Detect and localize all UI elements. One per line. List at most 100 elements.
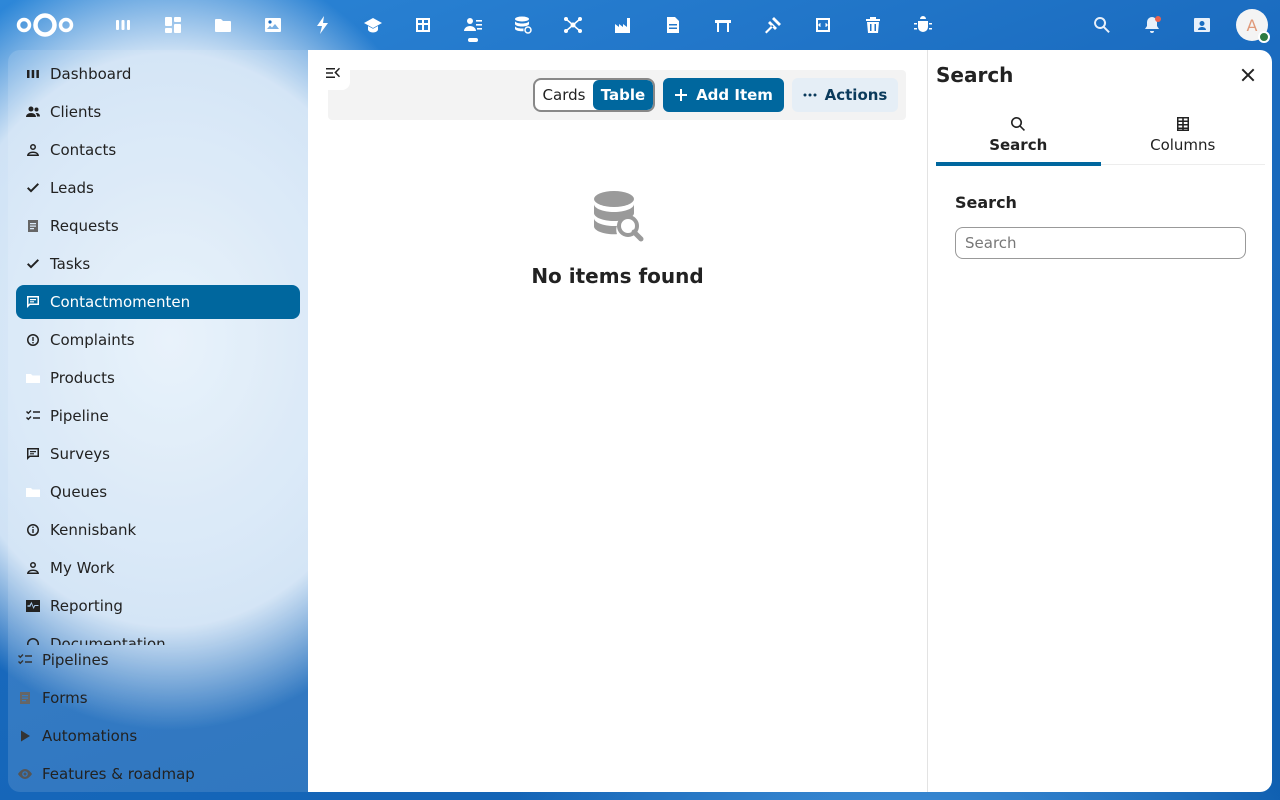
trash-app-icon[interactable] — [848, 0, 898, 50]
photos-app-icon[interactable] — [248, 0, 298, 50]
group-icon — [16, 95, 50, 129]
document-icon — [8, 681, 42, 715]
sidebar-item-label: Reporting — [50, 597, 123, 615]
sidebar-item-queues[interactable]: Queues — [16, 475, 300, 509]
tables-app-icon[interactable] — [398, 0, 448, 50]
database-search-icon — [594, 191, 644, 242]
tab-search-label: Search — [989, 136, 1048, 154]
sidebar-item-pipelines[interactable]: Pipelines — [8, 643, 292, 677]
columns-icon — [1176, 117, 1189, 131]
sidebar-item-label: Requests — [50, 217, 119, 235]
sidebar-item-label: My Work — [50, 559, 115, 577]
plus-icon — [675, 89, 688, 101]
top-header: A — [0, 0, 1280, 50]
alert-circle-icon — [16, 323, 50, 357]
sidebar-item-automations[interactable]: Automations — [8, 719, 292, 753]
close-sidebar-button[interactable] — [1231, 58, 1265, 92]
table-view-button[interactable]: Table — [593, 80, 653, 110]
sidebar-item-contactmomenten[interactable]: Contactmomenten — [16, 285, 300, 319]
sidebar-title: Search — [936, 63, 1014, 87]
contacts-menu-icon[interactable] — [1177, 0, 1227, 50]
actions-button[interactable]: Actions — [792, 78, 898, 112]
avatar-initial: A — [1246, 15, 1258, 35]
sidebar-item-label: Pipeline — [50, 407, 109, 425]
bug-app-icon[interactable] — [898, 0, 948, 50]
sidebar-item-contacts[interactable]: Contacts — [16, 133, 300, 167]
search-icon[interactable] — [1077, 0, 1127, 50]
person-icon — [16, 133, 50, 167]
folder-icon — [16, 361, 50, 395]
folder-icon — [16, 475, 50, 509]
menu-collapse-icon — [326, 67, 340, 78]
sidebar-item-label: Automations — [42, 727, 138, 745]
dashboard-app-icon[interactable] — [98, 0, 148, 50]
main-content: Cards Table Add Item Actions No items fo… — [308, 50, 927, 792]
actions-label: Actions — [824, 86, 888, 104]
notifications-bell-icon[interactable] — [1127, 0, 1177, 50]
header-actions: A — [1077, 0, 1270, 50]
sidebar-item-leads[interactable]: Leads — [16, 171, 300, 205]
sidebar-item-label: Complaints — [50, 331, 135, 349]
database-app-icon[interactable] — [498, 0, 548, 50]
sidebar-item-dashboard[interactable]: Dashboard — [16, 57, 300, 91]
nextcloud-logo[interactable] — [14, 11, 76, 39]
factory-app-icon[interactable] — [598, 0, 648, 50]
search-input[interactable] — [955, 227, 1246, 259]
gate-app-icon[interactable] — [698, 0, 748, 50]
check-icon — [16, 247, 50, 281]
sidebar-tabs: Search Columns — [936, 105, 1266, 166]
magnify-icon — [1011, 117, 1026, 131]
sidebar-item-label: Queues — [50, 483, 108, 501]
dashboard-icon — [16, 57, 50, 91]
dots-horizontal-icon — [803, 93, 817, 97]
toggle-navigation-button[interactable] — [316, 56, 350, 90]
gavel-app-icon[interactable] — [748, 0, 798, 50]
cards-view-button[interactable]: Cards — [535, 80, 593, 110]
sidebar-item-forms[interactable]: Forms — [8, 681, 292, 715]
nav-list: Dashboard Clients Contacts Leads Request… — [8, 55, 308, 645]
document-icon — [16, 209, 50, 243]
sidebar-item-complaints[interactable]: Complaints — [16, 323, 300, 357]
view-toggle: Cards Table — [533, 78, 655, 112]
message-icon — [16, 437, 50, 471]
online-status-icon — [1258, 31, 1270, 43]
sidebar-item-label: Contacts — [50, 141, 117, 159]
files-app-icon[interactable] — [198, 0, 248, 50]
sidebar-item-reporting[interactable]: Reporting — [16, 589, 300, 623]
eye-icon — [8, 757, 42, 791]
sidebar-item-clients[interactable]: Clients — [16, 95, 300, 129]
sidebar-item-pipeline[interactable]: Pipeline — [16, 399, 300, 433]
code-app-icon[interactable] — [798, 0, 848, 50]
sidebar-item-label: Products — [50, 369, 115, 387]
tab-columns[interactable]: Columns — [1101, 105, 1266, 165]
crm-app-icon[interactable] — [448, 0, 498, 50]
play-icon — [8, 719, 42, 753]
app-navigation: Dashboard Clients Contacts Leads Request… — [8, 50, 308, 792]
person-icon — [16, 551, 50, 585]
document-app-icon[interactable] — [648, 0, 698, 50]
sidebar-item-label: Contactmomenten — [50, 293, 191, 311]
sidebar-item-kennisbank[interactable]: Kennisbank — [16, 513, 300, 547]
sidebar-item-label: Surveys — [50, 445, 110, 463]
user-avatar[interactable]: A — [1236, 9, 1270, 43]
sidebar-item-surveys[interactable]: Surveys — [16, 437, 300, 471]
tab-columns-label: Columns — [1150, 136, 1216, 154]
search-section-label: Search — [955, 193, 1017, 212]
check-icon — [16, 171, 50, 205]
network-app-icon[interactable] — [548, 0, 598, 50]
add-item-button[interactable]: Add Item — [663, 78, 784, 112]
tab-search[interactable]: Search — [936, 105, 1101, 166]
sidebar-item-requests[interactable]: Requests — [16, 209, 300, 243]
sidebar-item-features-roadmap[interactable]: Features & roadmap — [8, 757, 292, 791]
sidebar-item-label: Forms — [42, 689, 88, 707]
sidebar-item-my-work[interactable]: My Work — [16, 551, 300, 585]
message-icon — [16, 285, 50, 319]
learning-app-icon[interactable] — [348, 0, 398, 50]
sidebar-item-label: Kennisbank — [50, 521, 137, 539]
add-item-label: Add Item — [696, 86, 773, 104]
activity-app-icon[interactable] — [298, 0, 348, 50]
sidebar-item-label: Features & roadmap — [42, 765, 195, 783]
sidebar-item-tasks[interactable]: Tasks — [16, 247, 300, 281]
sidebar-item-products[interactable]: Products — [16, 361, 300, 395]
widgets-app-icon[interactable] — [148, 0, 198, 50]
